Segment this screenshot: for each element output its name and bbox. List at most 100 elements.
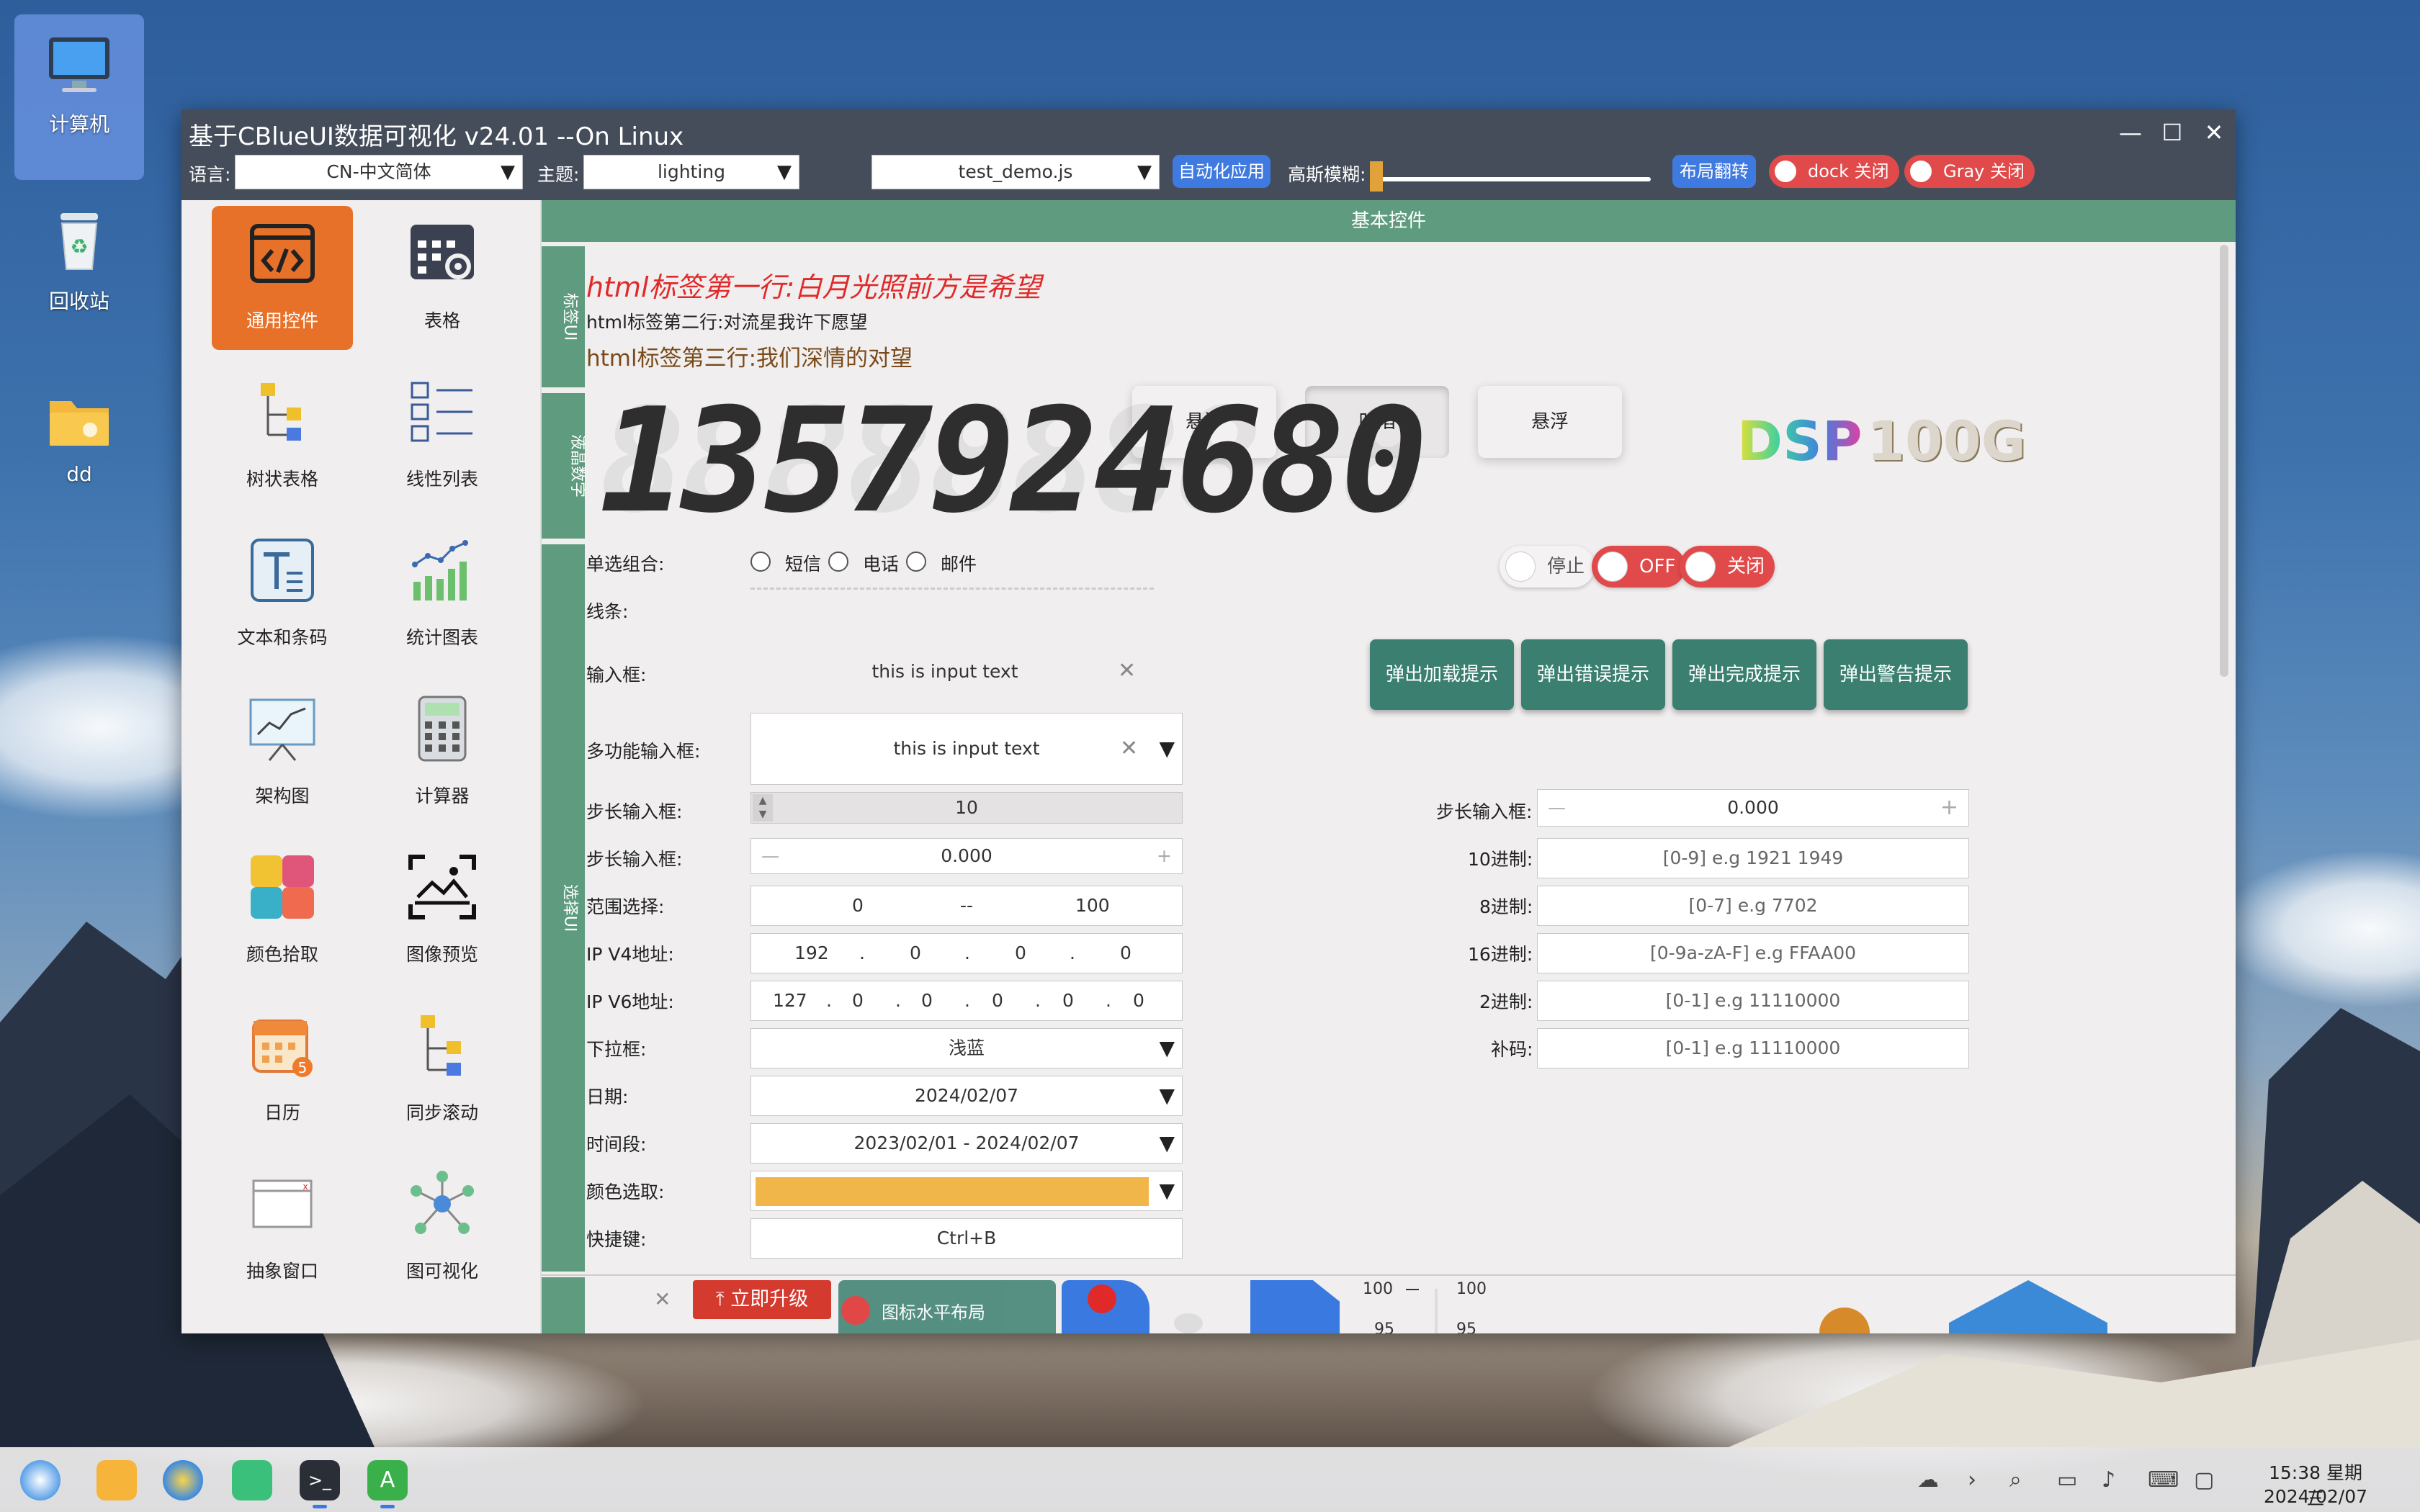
- dock-toggle[interactable]: dock 关闭: [1769, 155, 1899, 188]
- plus-icon[interactable]: +: [1157, 839, 1172, 873]
- hex-input[interactable]: [0-9a-zA-F] e.g FFAA00: [1537, 933, 1969, 973]
- layout-flip-button[interactable]: 布局翻转: [1672, 155, 1756, 188]
- close-button[interactable]: ✕: [2198, 117, 2230, 148]
- decimal-input[interactable]: [0-9] e.g 1921 1949: [1537, 838, 1969, 878]
- sidebar-item-text-barcode[interactable]: 文本和条码: [212, 523, 353, 667]
- language-dropdown[interactable]: CN-中文简体 ▼: [235, 155, 523, 189]
- multi-function-input[interactable]: this is input text ✕ ▼: [750, 713, 1183, 785]
- cloud-icon[interactable]: ☁: [1917, 1467, 1939, 1493]
- ip-part[interactable]: 0: [1133, 981, 1144, 1020]
- clock-date[interactable]: 2024/02/07: [2262, 1486, 2370, 1507]
- sidebar-item-image-preview[interactable]: 图像预览: [372, 840, 513, 984]
- spin-arrows-icon[interactable]: ▲ ▼: [753, 794, 773, 822]
- maximize-button[interactable]: ☐: [2156, 117, 2188, 148]
- binary-input[interactable]: [0-1] e.g 11110000: [1537, 981, 1969, 1021]
- tab-label-ui[interactable]: 标签UI: [542, 246, 585, 387]
- float-button-2[interactable]: 悬浮: [1478, 386, 1622, 458]
- ip-part[interactable]: 0: [1120, 934, 1131, 973]
- ip-part[interactable]: 0: [910, 934, 921, 973]
- stepper-input-3[interactable]: — 0.000 +: [1537, 789, 1969, 827]
- minus-icon[interactable]: —: [761, 839, 779, 873]
- range-from[interactable]: 0: [852, 886, 864, 925]
- blue-tab[interactable]: [1062, 1280, 1150, 1333]
- octal-input[interactable]: [0-7] e.g 7702: [1537, 886, 1969, 926]
- radio-phone[interactable]: [828, 552, 848, 572]
- chevron-down-icon[interactable]: ▼: [1159, 1076, 1175, 1115]
- ipv6-input[interactable]: 127 . 0 . 0 . 0 . 0 . 0: [750, 981, 1183, 1021]
- close-icon[interactable]: ✕: [654, 1287, 671, 1311]
- volume-icon[interactable]: ♪: [2102, 1467, 2115, 1493]
- screen-icon[interactable]: ▭: [2057, 1467, 2077, 1493]
- text-input[interactable]: this is input text: [750, 647, 1139, 697]
- icon-layout-tab[interactable]: 图标水平布局: [838, 1280, 1056, 1333]
- ip-part[interactable]: 192: [794, 934, 829, 973]
- chevron-right-icon[interactable]: ›: [1968, 1467, 1976, 1493]
- tab-more[interactable]: [542, 1277, 585, 1333]
- blur-slider-handle[interactable]: [1370, 161, 1383, 192]
- keyboard-icon[interactable]: ⌨: [2148, 1467, 2179, 1493]
- plus-icon[interactable]: +: [1940, 790, 1958, 826]
- sidebar-item-table[interactable]: 表格: [372, 206, 513, 350]
- chevron-down-icon[interactable]: ▼: [1159, 1029, 1175, 1068]
- complement-input[interactable]: [0-1] e.g 11110000: [1537, 1028, 1969, 1068]
- radio-email[interactable]: [906, 552, 926, 572]
- off-switch[interactable]: OFF: [1592, 546, 1686, 588]
- clear-icon[interactable]: ✕: [1118, 658, 1136, 683]
- sidebar-item-sync-scroll[interactable]: 同步滚动: [372, 998, 513, 1142]
- color-theme-dropdown[interactable]: 浅蓝 ▼: [750, 1028, 1183, 1068]
- loading-popup-button[interactable]: 弹出加载提示: [1370, 639, 1514, 710]
- sidebar-item-calendar[interactable]: 5 日历: [212, 998, 353, 1142]
- upgrade-button[interactable]: ⤒ 立即升级: [693, 1280, 831, 1319]
- app-icon-2[interactable]: [163, 1460, 203, 1500]
- gray-toggle[interactable]: Gray 关闭: [1904, 155, 2035, 188]
- minimize-button[interactable]: —: [2115, 117, 2146, 148]
- complete-popup-button[interactable]: 弹出完成提示: [1672, 639, 1816, 710]
- ip-part[interactable]: 0: [921, 981, 933, 1020]
- app-icon-3[interactable]: [232, 1460, 272, 1500]
- app-icon-1[interactable]: [97, 1460, 137, 1500]
- sidebar-item-linear-list[interactable]: 线性列表: [372, 364, 513, 508]
- app-window-icon[interactable]: A: [367, 1460, 408, 1500]
- sidebar-item-general-controls[interactable]: 通用控件: [212, 206, 353, 350]
- theme-dropdown[interactable]: lighting ▼: [583, 155, 799, 189]
- sidebar-item-tree-table[interactable]: 树状表格: [212, 364, 353, 508]
- sidebar-item-architecture[interactable]: 架构图: [212, 681, 353, 825]
- chevron-down-icon[interactable]: ▼: [1159, 1171, 1175, 1210]
- radio-sms[interactable]: [750, 552, 771, 572]
- sidebar-item-color-picker[interactable]: 颜色拾取: [212, 840, 353, 984]
- start-menu-icon[interactable]: [20, 1460, 60, 1500]
- tab-lcd-digits[interactable]: 液晶数字: [542, 393, 586, 539]
- blur-slider-track[interactable]: [1370, 177, 1651, 181]
- chevron-down-icon[interactable]: ▼: [1159, 714, 1175, 784]
- date-range-picker[interactable]: 2023/02/01 - 2024/02/07 ▼: [750, 1123, 1183, 1164]
- sidebar-item-graph-visualization[interactable]: 图可视化: [372, 1156, 513, 1300]
- stepper-input-2[interactable]: — 0.000 +: [750, 838, 1183, 874]
- range-to[interactable]: 100: [1075, 886, 1110, 925]
- error-popup-button[interactable]: 弹出错误提示: [1521, 639, 1665, 710]
- ipv4-input[interactable]: 192 . 0 . 0 . 0: [750, 933, 1183, 973]
- chevron-down-icon[interactable]: ▼: [1159, 1124, 1175, 1163]
- tab-selection-ui[interactable]: 选择UI: [542, 544, 585, 1272]
- auto-apply-button[interactable]: 自动化应用: [1173, 155, 1270, 188]
- ip-part[interactable]: 127: [773, 981, 807, 1020]
- notification-icon[interactable]: ▢: [2194, 1467, 2214, 1493]
- sidebar-item-abstract-window[interactable]: x 抽象窗口: [212, 1156, 353, 1300]
- search-icon[interactable]: ⌕: [2009, 1467, 2022, 1493]
- scrollbar[interactable]: [2220, 245, 2228, 677]
- ip-part[interactable]: 0: [1015, 934, 1026, 973]
- close-switch[interactable]: 关闭: [1680, 546, 1775, 588]
- ip-part[interactable]: 0: [992, 981, 1003, 1020]
- date-picker[interactable]: 2024/02/07 ▼: [750, 1076, 1183, 1116]
- ip-part[interactable]: 0: [852, 981, 864, 1020]
- ip-part[interactable]: 0: [1062, 981, 1074, 1020]
- shortcut-input[interactable]: Ctrl+B: [750, 1218, 1183, 1259]
- script-dropdown[interactable]: test_demo.js ▼: [871, 155, 1160, 189]
- clear-icon[interactable]: ✕: [1120, 714, 1138, 784]
- desktop-icon-folder[interactable]: dd: [0, 392, 158, 486]
- desktop-icon-recycle-bin[interactable]: ♻ 回收站: [0, 209, 158, 315]
- stepper-input-1[interactable]: ▲ ▼ 10: [750, 792, 1183, 824]
- color-picker[interactable]: ▼: [750, 1171, 1183, 1211]
- stop-switch[interactable]: 停止: [1500, 546, 1595, 588]
- warning-popup-button[interactable]: 弹出警告提示: [1824, 639, 1968, 710]
- range-input[interactable]: 0 -- 100: [750, 886, 1183, 926]
